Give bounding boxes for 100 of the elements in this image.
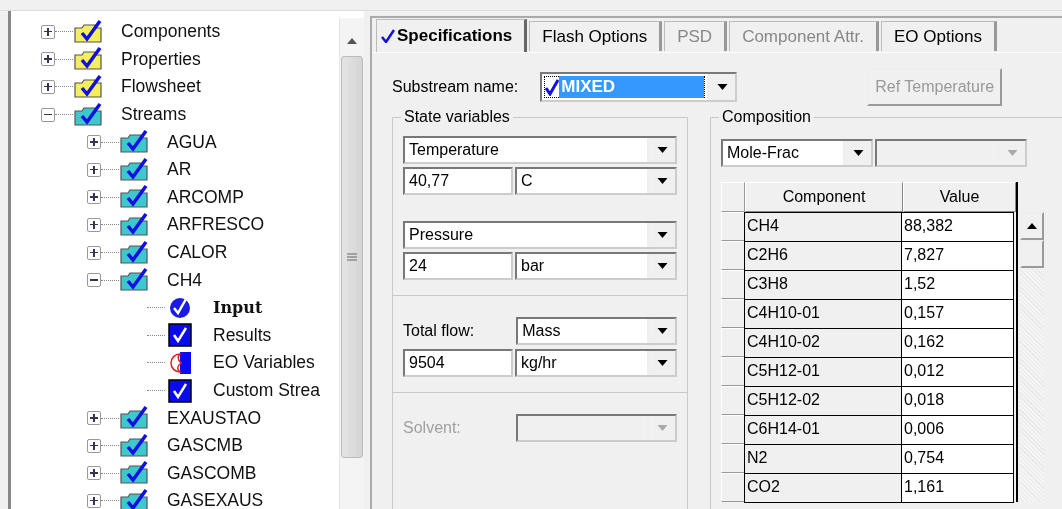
unit-dropdown[interactable]: C [515,167,677,195]
column-header[interactable]: Value [903,182,1016,212]
dropdown-arrow-icon [656,425,668,431]
checked-folder-icon [73,75,103,99]
tree-item[interactable]: Custom Strea [213,380,320,401]
expand-toggle[interactable] [41,107,55,122]
tree-item[interactable]: Components [121,21,221,43]
solvent-dropdown[interactable] [516,414,677,442]
check-square-icon [165,378,195,403]
row-header[interactable] [721,241,745,270]
variable-dropdown[interactable]: Temperature [403,136,677,164]
row-header[interactable] [721,328,745,357]
tree-item[interactable]: GASCMB [167,435,243,457]
expand-toggle[interactable] [41,24,55,39]
table-cell[interactable]: 0,018 [901,386,1014,416]
table-cell[interactable]: 88,382 [901,212,1014,242]
checked-folder-icon [73,19,103,44]
row-header[interactable] [721,444,745,473]
check-icon [381,29,395,43]
row-header[interactable] [721,212,745,241]
checked-folder-icon [119,406,149,431]
scroll-thumb[interactable] [341,56,363,458]
row-header[interactable] [721,299,745,328]
expand-toggle[interactable] [41,80,55,94]
scrollbar[interactable] [339,18,364,509]
group-title: Composition [719,108,814,126]
expand-toggle[interactable] [87,217,101,232]
checked-folder-icon [119,268,149,293]
row-header[interactable] [721,386,745,415]
tree-item[interactable]: Input [213,298,263,318]
table-cell: CH4 [744,212,902,242]
substream-label: Substream name: [392,78,519,96]
tree-item[interactable]: Results [213,324,272,346]
expand-toggle[interactable] [41,52,55,67]
unit-dropdown[interactable]: kg/hr [515,349,677,377]
basis-dropdown[interactable]: Mole-Frac [721,139,873,167]
tree-item[interactable]: GASEXAUS [167,490,264,509]
row-header[interactable] [721,270,745,299]
table-cell[interactable]: 0,162 [901,328,1014,358]
pressure-field[interactable]: 24 [403,252,513,280]
checked-folder-icon [119,240,149,265]
dropdown-arrow-icon [1006,150,1018,156]
dropdown-arrow-icon [716,84,728,90]
expand-toggle[interactable] [87,190,101,205]
dropdown-arrow-icon [656,232,668,238]
tree-item[interactable]: EXAUSTAO [167,407,261,429]
tab[interactable]: Flash Options [529,21,663,51]
expand-toggle[interactable] [87,411,101,426]
row-header[interactable] [721,357,745,386]
checked-folder-icon [119,185,149,210]
dropdown-arrow-icon [852,150,864,156]
tree-item[interactable]: AGUA [167,131,217,153]
tree-item[interactable]: ARFRESCO [167,214,265,236]
tree-item[interactable]: Flowsheet [121,76,201,98]
expand-toggle[interactable] [87,162,101,177]
table-cell[interactable]: 7,827 [901,241,1014,271]
dropdown-arrow-icon [656,147,668,153]
tree-item[interactable]: CALOR [167,242,228,264]
total-flow-label: Total flow: [403,322,476,340]
expand-toggle[interactable] [87,273,101,288]
dropdown-arrow-icon [656,360,668,366]
expand-toggle[interactable] [87,438,101,453]
tree-item[interactable]: Streams [121,104,187,126]
tree-item[interactable]: AR [167,159,192,181]
table-cell[interactable]: 0,012 [901,357,1014,387]
scrollbar[interactable] [1020,212,1044,502]
checked-folder-icon [119,433,149,458]
tree-item[interactable]: EO Variables [213,352,315,374]
scroll-up-icon[interactable] [347,38,357,44]
scroll-up-icon[interactable] [1027,223,1037,229]
table-cell[interactable]: 1,52 [901,270,1014,300]
expand-toggle[interactable] [87,245,101,260]
column-header[interactable]: Component [745,182,903,212]
tree-item[interactable]: ARCOMP [167,186,244,208]
check-square-icon [165,323,195,348]
tab[interactable]: Specifications [376,19,528,52]
tree-item[interactable]: CH4 [167,269,202,291]
dropdown-arrow-icon [656,178,668,184]
row-header[interactable] [721,415,745,444]
table-cell[interactable]: 1,161 [901,473,1014,503]
total-flow-field[interactable]: 9504 [403,349,513,377]
checked-folder-icon [119,212,149,237]
variable-dropdown[interactable]: Pressure [403,221,677,249]
row-header[interactable] [721,473,745,502]
tree-item[interactable]: Properties [121,48,201,70]
table-cell[interactable]: 0,754 [901,444,1014,474]
table-cell[interactable]: 0,006 [901,415,1014,445]
table-cell[interactable]: 0,157 [901,299,1014,329]
solvent-label: Solvent: [403,419,462,437]
expand-toggle[interactable] [87,493,101,508]
grip-icon [347,253,357,261]
tree-item[interactable]: GASCOMB [167,462,257,484]
temperature-field[interactable]: 40,77 [403,167,513,195]
unit-dropdown[interactable]: bar [515,252,677,280]
expand-toggle[interactable] [87,466,101,481]
tab[interactable]: EO Options [881,21,997,51]
expand-toggle[interactable] [87,135,101,150]
dropdown-arrow-icon [656,263,668,269]
substream-value: MIXED [559,76,705,98]
basis-dropdown[interactable]: Mass [516,317,677,345]
